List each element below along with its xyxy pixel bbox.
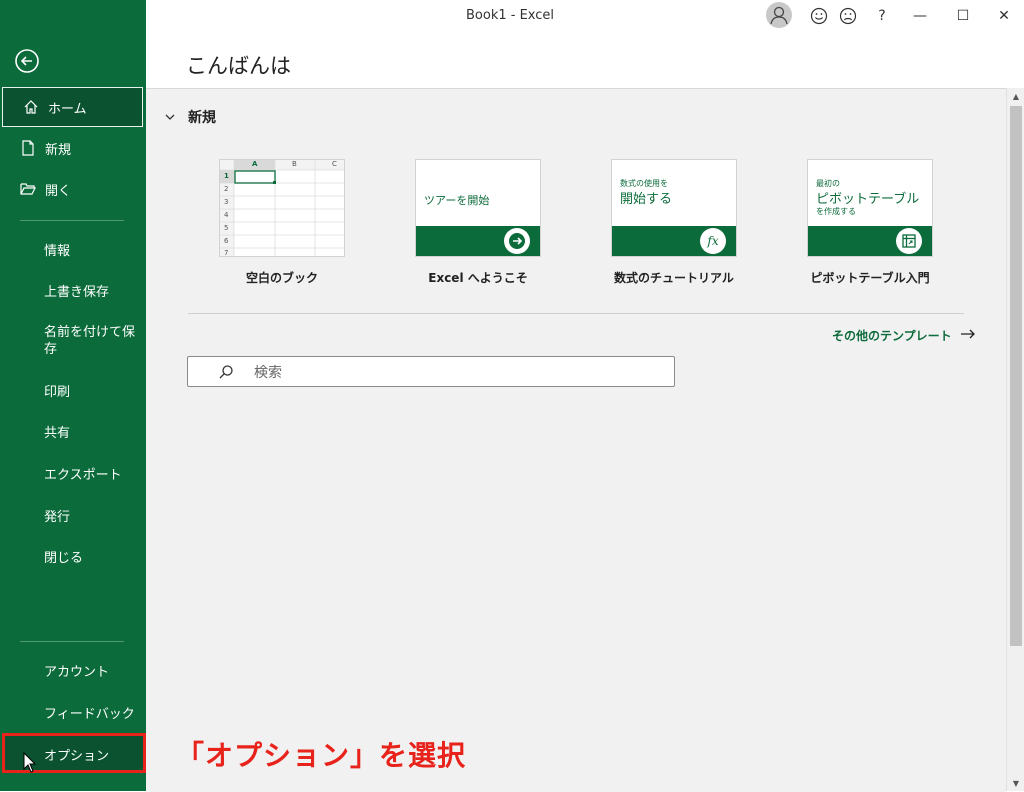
- column-header: C: [332, 160, 337, 168]
- template-label: 空白のブック: [245, 271, 318, 285]
- template-formula-tutorial[interactable]: 数式の使用を 開始する fx: [611, 159, 737, 257]
- close-button[interactable]: ✕: [992, 4, 1016, 28]
- sidebar-item-account[interactable]: アカウント: [0, 650, 146, 690]
- section-title: 新規: [188, 110, 216, 126]
- sidebar-item-export[interactable]: エクスポート: [0, 453, 146, 493]
- sidebar-item-label: ホーム: [48, 101, 87, 117]
- new-file-icon: [20, 140, 36, 156]
- pivot-table-icon: [896, 228, 922, 254]
- search-placeholder: 検索: [254, 364, 282, 381]
- chevron-down-icon: [164, 111, 176, 123]
- arrow-right-icon: [960, 328, 976, 343]
- sidebar-item-label: エクスポート: [44, 467, 122, 483]
- template-pivottable-intro[interactable]: 最初の ピボットテーブル を作成する: [807, 159, 933, 257]
- column-header: A: [252, 160, 258, 168]
- sidebar-item-label: 印刷: [44, 384, 71, 400]
- minimize-button[interactable]: —: [908, 4, 932, 28]
- sidebar-item-label: 新規: [45, 142, 72, 158]
- home-icon: [23, 99, 39, 115]
- sidebar-item-label: 発行: [44, 509, 71, 525]
- spreadsheet-grid-icon: [220, 160, 344, 256]
- sidebar-item-save[interactable]: 上書き保存: [0, 270, 146, 310]
- row-header: 2: [224, 185, 229, 193]
- annotation-caption: 「オプション」を選択: [176, 739, 467, 772]
- sidebar-item-label: 共有: [44, 425, 71, 441]
- sidebar-item-print[interactable]: 印刷: [0, 370, 146, 410]
- main-content: 新規 A B C 1 2 3 4 5 6 7 空白のブック ツアーを開始 Exc…: [146, 88, 1006, 792]
- thumb-text-small: を作成する: [816, 207, 856, 216]
- template-label: Excel へようこそ: [428, 271, 528, 285]
- help-button[interactable]: ?: [870, 4, 894, 28]
- sidebar-item-label: 情報: [44, 243, 71, 259]
- more-templates-link[interactable]: その他のテンプレート: [832, 327, 976, 344]
- window-title: Book1 - Excel: [466, 8, 555, 23]
- scroll-up-icon[interactable]: ▲: [1007, 88, 1024, 104]
- smile-feedback-icon[interactable]: [807, 4, 831, 28]
- page-header: こんばんは: [146, 32, 1024, 88]
- thumb-text-big: ピボットテーブル: [816, 192, 920, 207]
- sidebar-item-save-as[interactable]: 名前を付けて保存: [0, 322, 140, 366]
- more-templates-label: その他のテンプレート: [832, 329, 952, 343]
- sidebar-item-share[interactable]: 共有: [0, 411, 146, 451]
- mouse-cursor-icon: [23, 751, 37, 774]
- sidebar-divider: [20, 220, 124, 221]
- row-header: 3: [224, 198, 229, 206]
- row-header: 6: [224, 237, 229, 245]
- vertical-scrollbar[interactable]: ▲ ▼: [1006, 88, 1024, 791]
- thumb-text-big: 開始する: [620, 192, 673, 207]
- template-blank-workbook[interactable]: A B C 1 2 3 4 5 6 7: [219, 159, 345, 257]
- sidebar-item-label: フィードバック: [44, 706, 135, 722]
- template-label: 数式のチュートリアル: [614, 271, 734, 285]
- maximize-button[interactable]: ☐: [951, 4, 975, 28]
- sidebar-item-label: 閉じる: [44, 550, 84, 566]
- frown-feedback-icon[interactable]: [836, 4, 860, 28]
- template-welcome-to-excel[interactable]: ツアーを開始: [415, 159, 541, 257]
- row-header: 4: [224, 211, 229, 219]
- section-divider: [188, 313, 964, 314]
- title-bar: Book1 - Excel ? — ☐ ✕: [146, 0, 1024, 32]
- sidebar-item-label: アカウント: [44, 664, 110, 680]
- sidebar-item-close[interactable]: 閉じる: [0, 536, 146, 576]
- row-header: 1: [224, 172, 229, 180]
- open-folder-icon: [20, 181, 36, 197]
- fx-label: fx: [707, 234, 719, 248]
- sidebar-item-new[interactable]: 新規: [0, 128, 146, 168]
- thumb-text: ツアーを開始: [424, 194, 490, 207]
- sidebar-item-label: 名前を付けて保存: [44, 325, 136, 357]
- sidebar-item-label: オプション: [44, 748, 110, 764]
- sidebar-item-options[interactable]: オプション: [0, 734, 146, 774]
- sidebar-divider: [20, 641, 124, 642]
- new-section-header[interactable]: 新規: [164, 107, 216, 127]
- search-input[interactable]: 検索: [187, 356, 675, 387]
- arrow-right-icon: [504, 228, 530, 254]
- sidebar-item-label: 開く: [45, 183, 72, 199]
- user-avatar-icon[interactable]: [766, 2, 792, 28]
- template-label: ピボットテーブル入門: [810, 271, 930, 285]
- column-header: B: [292, 160, 297, 168]
- row-header: 5: [224, 224, 229, 232]
- sidebar-item-feedback[interactable]: フィードバック: [0, 692, 146, 732]
- sidebar-item-open[interactable]: 開く: [0, 169, 146, 209]
- sidebar-item-home[interactable]: ホーム: [2, 87, 143, 127]
- sidebar-item-publish[interactable]: 発行: [0, 495, 146, 535]
- search-icon: [218, 364, 234, 380]
- page-title: こんばんは: [186, 54, 291, 78]
- back-arrow-icon[interactable]: [14, 48, 40, 74]
- backstage-sidebar: ホーム 新規 開く 情報 上書き保存 名前を付けて保存 印刷 共有 エクスポート…: [0, 0, 146, 791]
- scroll-down-icon[interactable]: ▼: [1007, 775, 1024, 791]
- row-header: 7: [224, 249, 229, 257]
- sidebar-item-label: 上書き保存: [44, 284, 110, 300]
- sidebar-item-info[interactable]: 情報: [0, 229, 146, 269]
- scrollbar-thumb[interactable]: [1010, 106, 1022, 646]
- function-fx-icon: fx: [700, 228, 726, 254]
